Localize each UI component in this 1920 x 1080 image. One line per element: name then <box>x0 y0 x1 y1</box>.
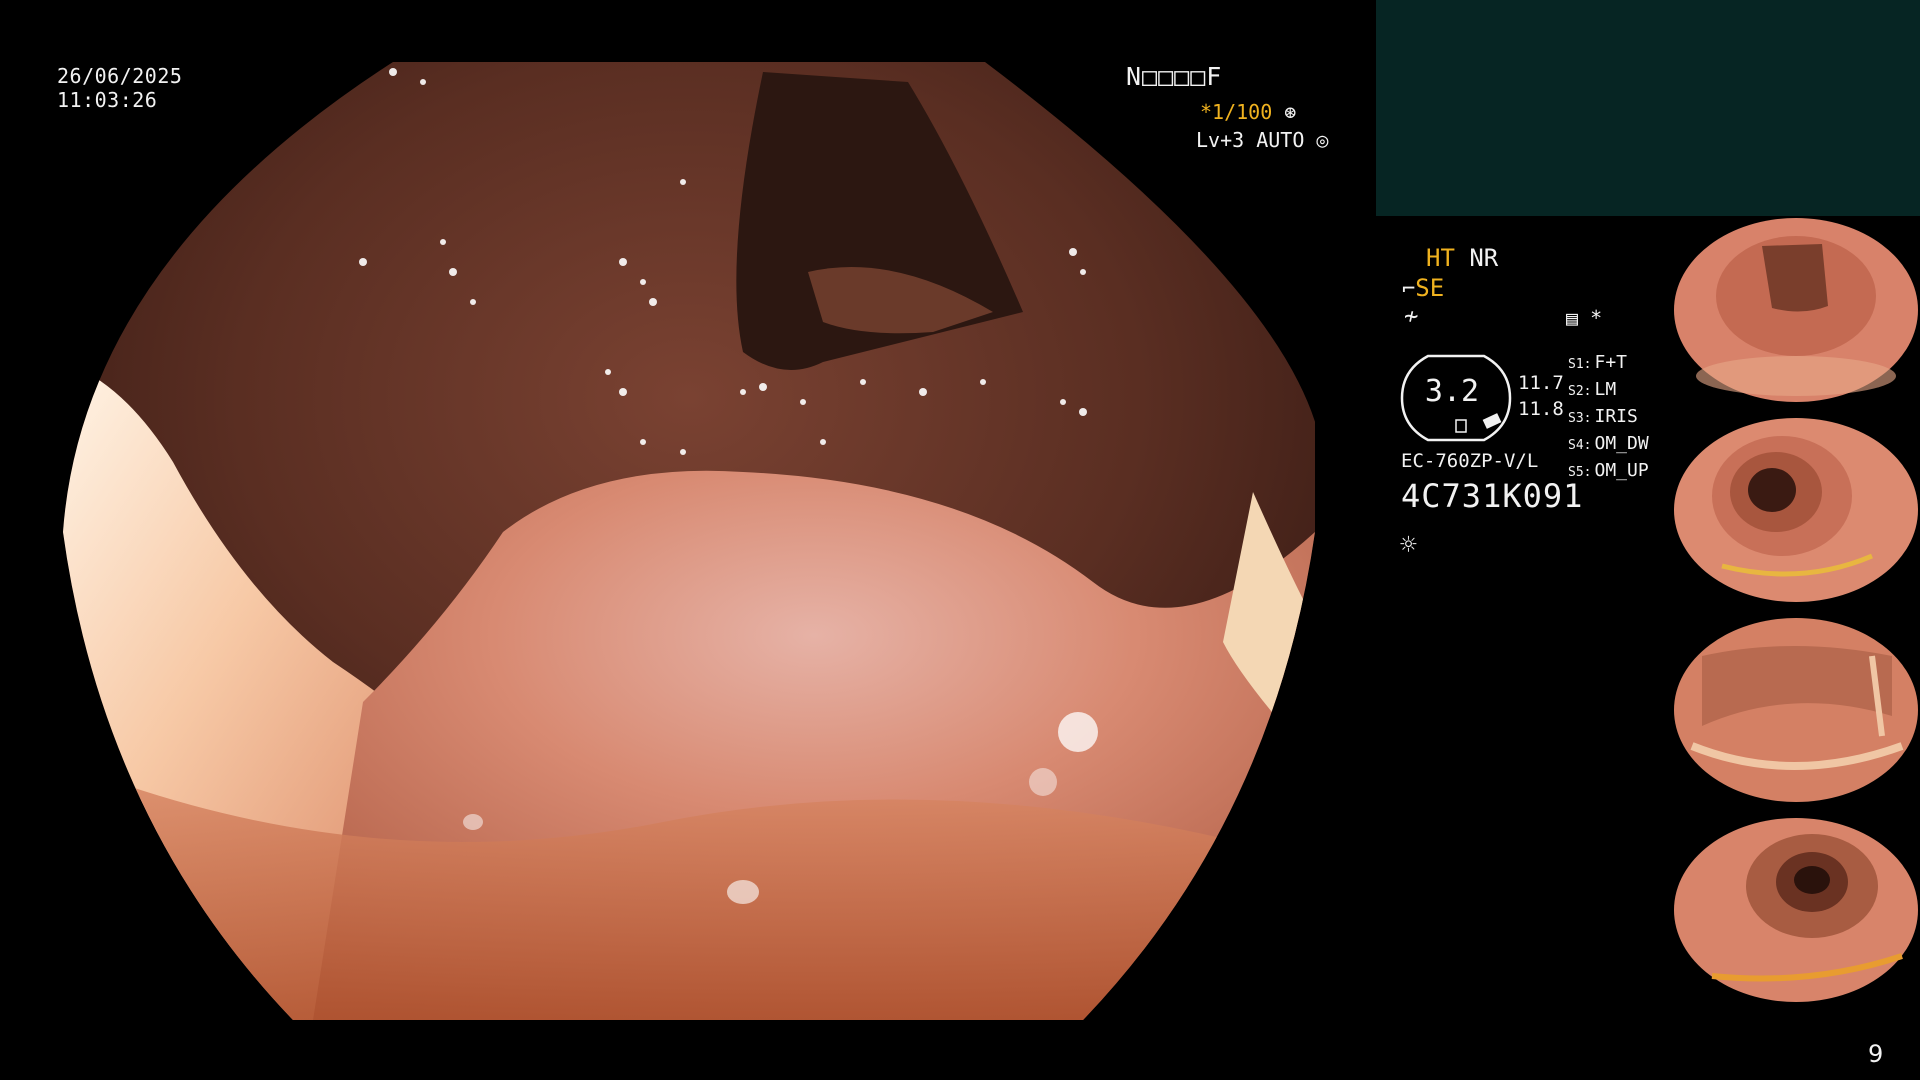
se-label: SE <box>1415 274 1445 302</box>
structure-enhance-icon: ⌐ <box>1402 277 1416 302</box>
thumbnail-3[interactable] <box>1672 616 1920 804</box>
setting-row: S2: LM <box>1568 379 1617 400</box>
setting-row: S1: F+T <box>1568 352 1627 373</box>
nr-label: NR <box>1469 244 1499 272</box>
endoscopy-main-image <box>63 62 1315 1020</box>
thumbnail-1[interactable] <box>1672 216 1920 404</box>
value-2: 11.8 <box>1518 398 1564 420</box>
gauge-value: 3.2 <box>1424 374 1480 409</box>
setting-row: S4: OM_DW <box>1568 433 1649 454</box>
memo-indicator: ▤ * <box>1566 306 1602 330</box>
zoom-text: *1/100 <box>1200 100 1273 124</box>
date-text: 26/06/2025 <box>57 64 183 88</box>
thumbnail-2[interactable] <box>1672 416 1920 604</box>
ht-label: HT <box>1426 244 1455 272</box>
brightness-icon: ☼ <box>1400 528 1417 561</box>
thumbnail-4[interactable] <box>1672 816 1920 1004</box>
memo-star: * <box>1590 306 1603 330</box>
info-header-panel <box>1376 0 1920 216</box>
ht-nr-indicator: HT NR <box>1426 244 1498 272</box>
zoom-indicator: *1/100 ⊛ <box>1200 100 1296 124</box>
time-text: 11:03:26 <box>57 88 158 112</box>
level-text: Lv+3 AUTO <box>1196 128 1305 152</box>
shutter-icon: ⊛ <box>1284 100 1297 124</box>
scope-model: EC-760ZP-V/L <box>1401 450 1539 472</box>
freeze-icon: ≁ <box>1404 302 1419 330</box>
settings-list: S1: F+T S2: LM S3: IRIS S4: OM_DW S5: OM_UP <box>1568 350 1649 485</box>
memo-icon: ▤ <box>1566 306 1579 330</box>
patient-id: N□□□□F <box>1126 62 1223 91</box>
value-1: 11.7 <box>1518 372 1564 394</box>
iris-icon: ◎ <box>1316 128 1329 152</box>
datetime-overlay: 26/06/2025 11:03:26 <box>57 64 182 112</box>
setting-row: S3: IRIS <box>1568 406 1638 427</box>
scope-serial: 4C731K091 <box>1401 477 1584 515</box>
se-indicator: ⌐SE <box>1402 274 1444 302</box>
page-number: 9 <box>1868 1040 1884 1068</box>
level-indicator: Lv+3 AUTO ◎ <box>1196 128 1328 152</box>
